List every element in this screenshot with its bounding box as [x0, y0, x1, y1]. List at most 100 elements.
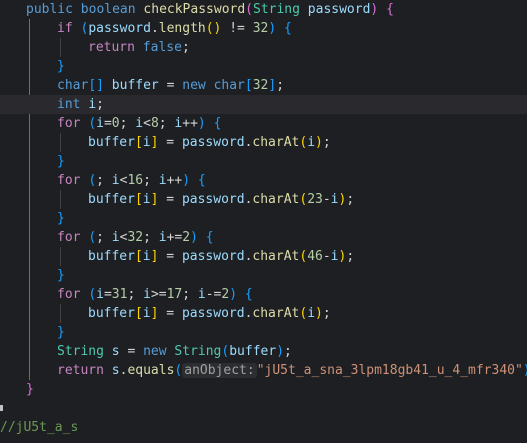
code-line[interactable]: } [0, 209, 65, 228]
code-comment: //jU5t_a_s [0, 420, 79, 435]
code-line[interactable]: } [0, 152, 65, 171]
code-token: ( [245, 2, 253, 17]
code-line[interactable]: if (password.length() != 32) { [0, 19, 292, 38]
code-line[interactable]: } [0, 57, 65, 76]
code-line[interactable]: buffer[i] = password.charAt(i); [0, 133, 331, 152]
code-token: ++ [166, 173, 183, 188]
code-token: 8 [150, 116, 159, 131]
code-token: i [330, 192, 339, 207]
code-token: 32 [252, 21, 269, 36]
code-token: 17 [166, 287, 183, 302]
code-token: for [57, 287, 81, 302]
code-token: = [103, 116, 112, 131]
code-line[interactable]: for (; i<32; i+=2) { [0, 228, 214, 247]
code-token: ) [190, 230, 198, 245]
code-token: i [142, 135, 151, 150]
code-token: checkPassword [143, 2, 246, 17]
code-token: buffer [88, 135, 135, 150]
code-token: for [57, 116, 81, 131]
code-line[interactable]: for (; i<16; i++) { [0, 171, 206, 190]
code-line[interactable]: int i; [0, 95, 527, 114]
code-token: ( [299, 135, 308, 150]
code-token: { [197, 173, 206, 188]
code-line[interactable]: buffer[i] = password.charAt(i); [0, 304, 331, 323]
code-token: "jU5t_a_sna_3lpm18gb41_u_4_mfr340" [256, 363, 523, 378]
code-line[interactable]: buffer[i] = password.charAt(23-i); [0, 190, 354, 209]
code-token: i [96, 287, 104, 302]
code-token: i [142, 306, 151, 321]
code-token: ) [276, 344, 285, 359]
code-token: ; [96, 173, 112, 188]
code-line[interactable]: //jU5t_a_s [0, 418, 78, 437]
code-token: password [181, 249, 245, 264]
code-token: ) [315, 135, 323, 150]
code-token: 2 [182, 230, 191, 245]
code-line[interactable]: return false; [0, 38, 190, 57]
code-line[interactable]: char[] buffer = new char[32]; [0, 76, 284, 95]
code-token: char [213, 78, 245, 93]
code-token: i [111, 173, 120, 188]
code-token: password [307, 2, 371, 17]
code-token: i [330, 249, 339, 264]
code-token: buffer [88, 249, 135, 264]
code-token: } [26, 382, 34, 397]
code-token: { [213, 116, 222, 131]
code-editor[interactable]: public boolean checkPassword(String pass… [0, 0, 527, 443]
code-token: i [143, 287, 151, 302]
code-token: { [244, 287, 253, 302]
code-token: s [111, 363, 120, 378]
code-token: - [322, 249, 331, 264]
code-line[interactable]: return s.equals(anObject: "jU5t_a_sna_3lp… [0, 361, 527, 380]
code-token: s [111, 344, 120, 359]
code-line[interactable]: for (i=0; i<8; i++) { [0, 114, 221, 133]
code-token: ; [158, 116, 175, 131]
code-line[interactable]: buffer[i] = password.charAt(46-i); [0, 247, 354, 266]
code-token: int [57, 97, 81, 112]
code-token: . [150, 21, 159, 36]
code-token: [ [134, 192, 143, 207]
code-token: += [166, 230, 183, 245]
code-token: ) [197, 116, 206, 131]
code-line[interactable]: public boolean checkPassword(String pass… [0, 0, 394, 19]
code-token: ; [181, 40, 190, 55]
code-token: i [88, 97, 97, 112]
code-token: ; [96, 230, 112, 245]
code-token: 31 [111, 287, 128, 302]
code-token: 32 [252, 78, 269, 93]
code-token: ( [299, 249, 308, 264]
code-token: } [57, 211, 65, 226]
code-token: String [174, 344, 222, 359]
code-line[interactable]: } [0, 323, 65, 342]
code-token: charAt [252, 135, 300, 150]
code-token: String [57, 344, 104, 359]
code-token: ; [322, 135, 331, 150]
code-token: ; [284, 344, 292, 359]
code-line[interactable]: String s = new String(buffer); [0, 342, 292, 361]
code-line[interactable]: } [0, 266, 65, 285]
code-token: ( [88, 116, 97, 131]
code-token: return [88, 40, 135, 55]
code-token: i [142, 249, 151, 264]
code-token: password [181, 306, 245, 321]
code-token: ; [119, 116, 136, 131]
code-token: ( [299, 306, 308, 321]
code-line[interactable]: for (i=31; i>=17; i-=2) { [0, 285, 253, 304]
gutter-marker [0, 405, 3, 411]
code-token: ( [88, 173, 97, 188]
code-token: [ [244, 78, 253, 93]
code-token: - [322, 192, 331, 207]
code-token: >= [150, 287, 167, 302]
code-token: buffer [111, 78, 159, 93]
code-token: for [57, 230, 81, 245]
code-token: new [182, 78, 206, 93]
code-token: = [158, 135, 182, 150]
code-token: = [158, 249, 182, 264]
code-line[interactable]: } [0, 380, 34, 399]
